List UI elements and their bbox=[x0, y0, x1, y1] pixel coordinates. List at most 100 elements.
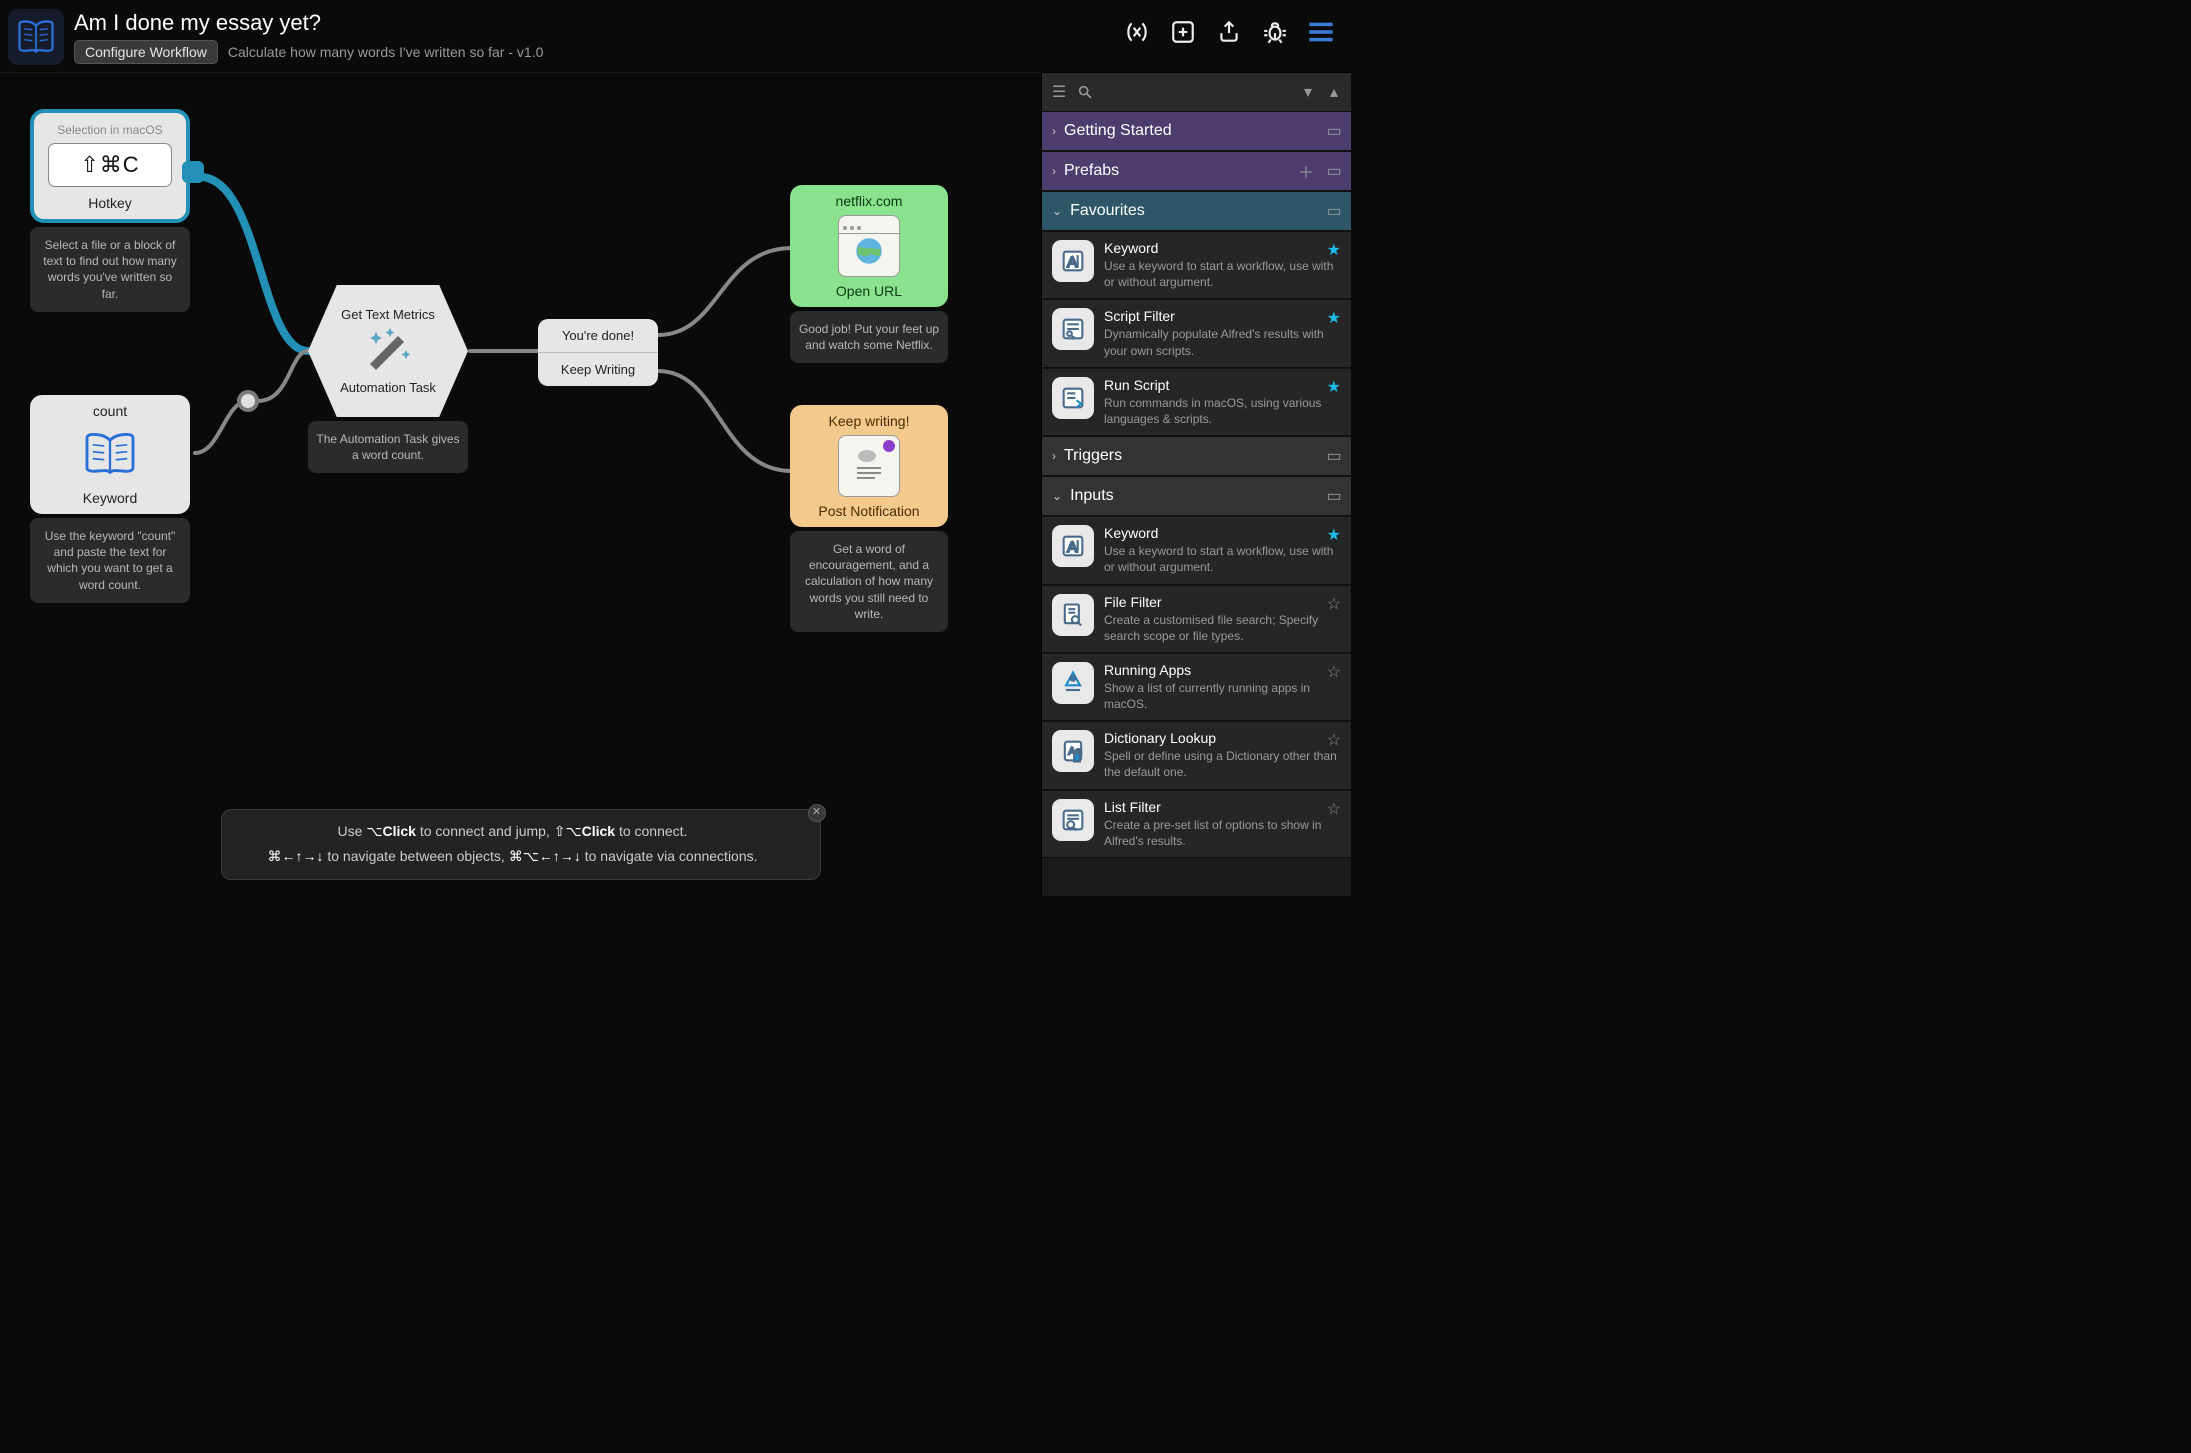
menu-icon[interactable] bbox=[1307, 18, 1335, 46]
book-icon bbox=[14, 15, 58, 59]
apps-icon bbox=[1052, 662, 1094, 704]
palette-item-title: Script Filter bbox=[1104, 308, 1341, 324]
search-icon[interactable] bbox=[1076, 83, 1094, 101]
palette-item-desc: Use a keyword to start a workflow, use w… bbox=[1104, 543, 1341, 575]
palette-item-keyword[interactable]: A Keyword Use a keyword to start a workf… bbox=[1042, 231, 1351, 299]
filefilter-icon bbox=[1052, 594, 1094, 636]
listfilter-icon bbox=[1052, 799, 1094, 841]
palette-item-running-apps[interactable]: Running Apps Show a list of currently ru… bbox=[1042, 653, 1351, 721]
section-favourites[interactable]: ⌄ Favourites ▭ bbox=[1042, 191, 1351, 231]
node-url: netflix.com bbox=[798, 193, 940, 209]
browser-icon bbox=[838, 215, 900, 277]
node-description: Select a file or a block of text to find… bbox=[30, 227, 190, 312]
node-description: Get a word of encouragement, and a calcu… bbox=[790, 531, 948, 632]
debug-icon[interactable] bbox=[1261, 18, 1289, 46]
junction-node[interactable] bbox=[237, 390, 259, 412]
palette-item-title: Keyword bbox=[1104, 525, 1341, 541]
condition-done[interactable]: You're done! bbox=[538, 319, 658, 352]
workflow-logo bbox=[8, 9, 64, 65]
book-icon bbox=[82, 431, 138, 477]
automation-task-node[interactable]: Get Text Metrics Automation Task The Aut… bbox=[308, 285, 468, 473]
chevron-right-icon: › bbox=[1052, 449, 1056, 463]
add-icon[interactable] bbox=[1169, 18, 1197, 46]
star-icon[interactable]: ★ bbox=[1327, 377, 1341, 397]
palette-item-keyword[interactable]: A Keyword Use a keyword to start a workf… bbox=[1042, 516, 1351, 584]
conditional-node[interactable]: You're done! Keep Writing bbox=[538, 319, 658, 386]
wand-icon bbox=[358, 326, 418, 372]
node-description: Good job! Put your feet up and watch som… bbox=[790, 311, 948, 363]
collapse-down-icon[interactable]: ▾ bbox=[1299, 83, 1317, 101]
window-icon[interactable]: ▭ bbox=[1325, 202, 1343, 220]
scriptfilter-icon bbox=[1052, 308, 1094, 350]
workflow-canvas[interactable]: Selection in macOS ⇧⌘C Hotkey Select a f… bbox=[0, 72, 1041, 896]
section-getting-started[interactable]: › Getting Started ▭ bbox=[1042, 111, 1351, 151]
star-icon[interactable]: ☆ bbox=[1327, 662, 1341, 682]
node-description: The Automation Task gives a word count. bbox=[308, 421, 468, 473]
close-icon[interactable]: ✕ bbox=[808, 804, 826, 822]
window-icon[interactable]: ▭ bbox=[1325, 447, 1343, 465]
star-icon[interactable]: ☆ bbox=[1327, 799, 1341, 819]
node-description: Use the keyword "count" and paste the te… bbox=[30, 518, 190, 603]
window-icon[interactable]: ▭ bbox=[1325, 487, 1343, 505]
node-label: Open URL bbox=[798, 283, 940, 299]
keyword-icon: A bbox=[1052, 240, 1094, 282]
palette-item-title: Dictionary Lookup bbox=[1104, 730, 1341, 746]
palette-item-title: File Filter bbox=[1104, 594, 1341, 610]
node-label: Post Notification bbox=[798, 503, 940, 519]
node-title: Get Text Metrics bbox=[341, 307, 435, 322]
keyword-node[interactable]: count Keyword Use the keyword "count" an… bbox=[30, 395, 190, 603]
palette-item-desc: Dynamically populate Alfred's results wi… bbox=[1104, 326, 1341, 358]
variables-icon[interactable] bbox=[1123, 18, 1151, 46]
palette-item-desc: Create a customised file search; Specify… bbox=[1104, 612, 1341, 644]
palette-item-desc: Run commands in macOS, using various lan… bbox=[1104, 395, 1341, 427]
dict-icon: Aa bbox=[1052, 730, 1094, 772]
node-label: Automation Task bbox=[340, 380, 436, 395]
palette-item-list-filter[interactable]: List Filter Create a pre-set list of opt… bbox=[1042, 790, 1351, 858]
app-header: Am I done my essay yet? Configure Workfl… bbox=[0, 0, 1351, 72]
keyword-icon: A bbox=[1052, 525, 1094, 567]
workflow-subtitle: Calculate how many words I've written so… bbox=[228, 44, 543, 60]
help-bar: Use ⌥Click to connect and jump, ⇧⌥Click … bbox=[221, 809, 821, 880]
chevron-right-icon: › bbox=[1052, 164, 1056, 178]
star-icon[interactable]: ★ bbox=[1327, 240, 1341, 260]
collapse-up-icon[interactable]: ▴ bbox=[1325, 83, 1343, 101]
condition-keep[interactable]: Keep Writing bbox=[538, 352, 658, 386]
open-url-node[interactable]: netflix.com Open URL Good job! Put your … bbox=[790, 185, 948, 363]
section-inputs[interactable]: ⌄ Inputs ▭ bbox=[1042, 476, 1351, 516]
window-icon[interactable]: ▭ bbox=[1325, 122, 1343, 140]
palette-item-desc: Create a pre-set list of options to show… bbox=[1104, 817, 1341, 849]
hotkey-shortcut: ⇧⌘C bbox=[48, 143, 172, 187]
palette-item-file-filter[interactable]: File Filter Create a customised file sea… bbox=[1042, 585, 1351, 653]
palette-item-dictionary-lookup[interactable]: Aa Dictionary Lookup Spell or define usi… bbox=[1042, 721, 1351, 789]
notification-icon bbox=[838, 435, 900, 497]
plus-icon[interactable]: ＋ bbox=[1297, 162, 1315, 180]
svg-text:A: A bbox=[1067, 254, 1078, 271]
palette-item-desc: Use a keyword to start a workflow, use w… bbox=[1104, 258, 1341, 290]
star-icon[interactable]: ★ bbox=[1327, 525, 1341, 545]
palette-item-run-script[interactable]: Run Script Run commands in macOS, using … bbox=[1042, 368, 1351, 436]
star-icon[interactable]: ★ bbox=[1327, 308, 1341, 328]
configure-workflow-button[interactable]: Configure Workflow bbox=[74, 40, 218, 64]
hotkey-node[interactable]: Selection in macOS ⇧⌘C Hotkey Select a f… bbox=[30, 109, 190, 312]
palette-item-desc: Show a list of currently running apps in… bbox=[1104, 680, 1341, 712]
chevron-down-icon: ⌄ bbox=[1052, 204, 1062, 218]
node-label: Hotkey bbox=[40, 195, 180, 211]
palette-item-script-filter[interactable]: Script Filter Dynamically populate Alfre… bbox=[1042, 299, 1351, 367]
post-notification-node[interactable]: Keep writing! Post Notification Get a wo… bbox=[790, 405, 948, 632]
star-icon[interactable]: ☆ bbox=[1327, 594, 1341, 614]
chevron-right-icon: › bbox=[1052, 124, 1056, 138]
palette-item-desc: Spell or define using a Dictionary other… bbox=[1104, 748, 1341, 780]
node-caption: Selection in macOS bbox=[40, 123, 180, 137]
list-icon[interactable]: ☰ bbox=[1050, 83, 1068, 101]
palette-item-title: Keyword bbox=[1104, 240, 1341, 256]
star-icon[interactable]: ☆ bbox=[1327, 730, 1341, 750]
palette-item-title: Run Script bbox=[1104, 377, 1341, 393]
section-triggers[interactable]: › Triggers ▭ bbox=[1042, 436, 1351, 476]
section-prefabs[interactable]: › Prefabs ＋▭ bbox=[1042, 151, 1351, 191]
export-icon[interactable] bbox=[1215, 18, 1243, 46]
chevron-down-icon: ⌄ bbox=[1052, 489, 1062, 503]
palette-sidebar: ☰ ▾ ▴ › Getting Started ▭ › Prefabs ＋▭ ⌄… bbox=[1041, 72, 1351, 896]
keyword-value: count bbox=[38, 403, 182, 419]
node-title: Keep writing! bbox=[798, 413, 940, 429]
window-icon[interactable]: ▭ bbox=[1325, 162, 1343, 180]
